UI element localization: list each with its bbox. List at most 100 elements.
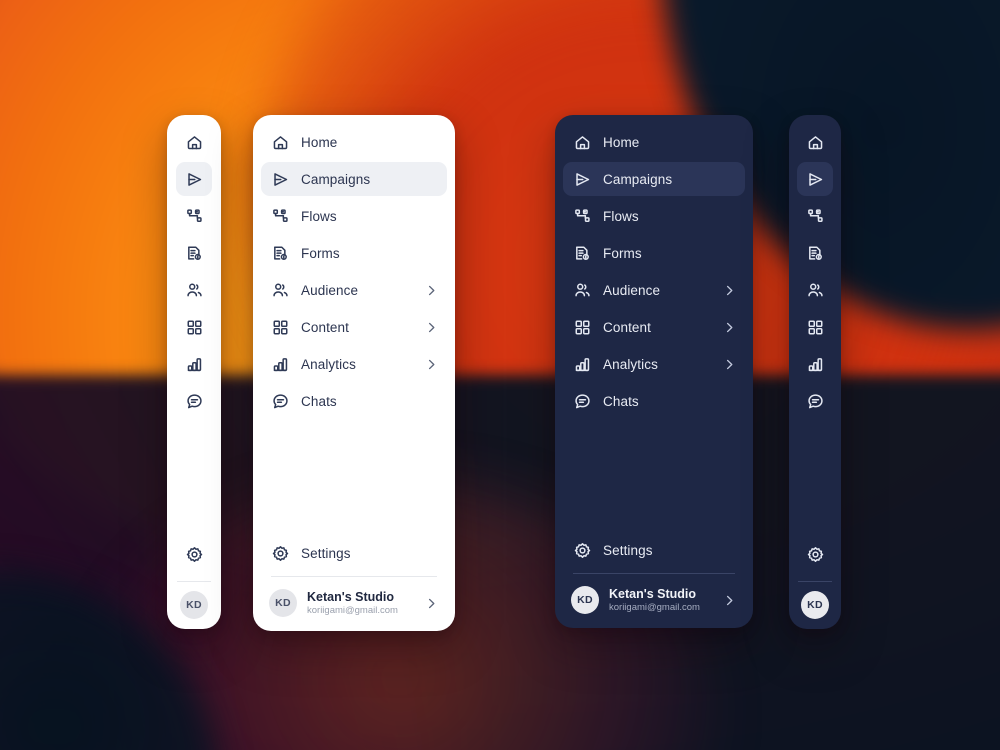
expanded-dark-sidebar: Home Campaigns Flows Forms Audience Content An… [555, 115, 753, 628]
nav-item-chats[interactable]: Chats [563, 384, 745, 418]
audience-icon [573, 281, 591, 299]
nav-item-label: Campaigns [603, 171, 673, 187]
avatar: KD [571, 586, 599, 614]
footer-divider [573, 573, 735, 574]
rail-item-home[interactable] [797, 125, 833, 159]
chevron-right-icon [425, 597, 437, 609]
rail-item-content[interactable] [797, 310, 833, 344]
rail-item-settings[interactable] [797, 537, 833, 571]
nav-item-forms[interactable]: Forms [563, 236, 745, 270]
nav-item-content[interactable]: Content [261, 310, 447, 344]
nav-item-forms[interactable]: Forms [261, 236, 447, 270]
rail-item-settings[interactable] [176, 537, 212, 571]
nav-item-settings[interactable]: Settings [261, 536, 447, 570]
chat-icon [573, 392, 591, 410]
rail-item-audience[interactable] [176, 273, 212, 307]
chevron-right-icon [723, 358, 735, 370]
nav-item-flows[interactable]: Flows [261, 199, 447, 233]
nav-item-label: Analytics [301, 356, 356, 372]
send-icon [271, 170, 289, 188]
nav-item-settings[interactable]: Settings [563, 533, 745, 567]
nav-item-label: Audience [603, 282, 661, 298]
nav-item-label: Flows [301, 208, 337, 224]
chevron-right-icon [425, 284, 437, 296]
flows-icon [573, 207, 591, 225]
account-row[interactable]: KD Ketan's Studio koriigami@gmail.com [261, 585, 447, 621]
sidebar-footer: Settings KD Ketan's Studio koriigami@gma… [253, 536, 455, 631]
account-email: koriigami@gmail.com [609, 601, 700, 613]
avatar: KD [269, 589, 297, 617]
nav-list: Home Campaigns Flows Forms Audience Content An… [555, 115, 753, 421]
rail-nav-list [789, 115, 841, 421]
rail-item-forms[interactable] [797, 236, 833, 270]
collapsed-dark-sidebar: KD [789, 115, 841, 629]
send-icon [573, 170, 591, 188]
rail-item-chats[interactable] [797, 384, 833, 418]
home-icon [271, 133, 289, 151]
nav-item-audience[interactable]: Audience [261, 273, 447, 307]
nav-item-label: Chats [301, 393, 337, 409]
nav-item-analytics[interactable]: Analytics [563, 347, 745, 381]
rail-item-campaigns[interactable] [797, 162, 833, 196]
chevron-right-icon [723, 594, 735, 606]
chevron-right-icon [425, 358, 437, 370]
nav-item-label: Settings [301, 545, 351, 561]
nav-item-label: Settings [603, 542, 653, 558]
home-icon [573, 133, 591, 151]
account-email: koriigami@gmail.com [307, 604, 398, 616]
nav-item-label: Home [301, 134, 338, 150]
account-text: Ketan's Studio koriigami@gmail.com [307, 590, 398, 616]
account-name: Ketan's Studio [307, 590, 395, 605]
gear-icon [271, 544, 289, 562]
nav-item-label: Forms [301, 245, 340, 261]
analytics-icon [271, 355, 289, 373]
nav-item-audience[interactable]: Audience [563, 273, 745, 307]
nav-item-content[interactable]: Content [563, 310, 745, 344]
expanded-light-sidebar: Home Campaigns Flows Forms Audience Content An… [253, 115, 455, 631]
rail-item-flows[interactable] [797, 199, 833, 233]
nav-item-campaigns[interactable]: Campaigns [261, 162, 447, 196]
nav-item-label: Home [603, 134, 640, 150]
flows-icon [271, 207, 289, 225]
chevron-right-icon [425, 321, 437, 333]
nav-item-chats[interactable]: Chats [261, 384, 447, 418]
audience-icon [271, 281, 289, 299]
account-row[interactable]: KD Ketan's Studio koriigami@gmail.com [563, 582, 745, 618]
rail-item-analytics[interactable] [797, 347, 833, 381]
rail-item-flows[interactable] [176, 199, 212, 233]
rail-item-analytics[interactable] [176, 347, 212, 381]
rail-item-chats[interactable] [176, 384, 212, 418]
rail-item-campaigns[interactable] [176, 162, 212, 196]
nav-list: Home Campaigns Flows Forms Audience Content An… [253, 115, 455, 421]
account-name: Ketan's Studio [609, 587, 697, 602]
chevron-right-icon [723, 321, 735, 333]
nav-item-analytics[interactable]: Analytics [261, 347, 447, 381]
nav-item-label: Analytics [603, 356, 658, 372]
rail-item-forms[interactable] [176, 236, 212, 270]
rail-item-home[interactable] [176, 125, 212, 159]
rail-divider [177, 581, 211, 582]
nav-item-home[interactable]: Home [563, 125, 745, 159]
rail-item-audience[interactable] [797, 273, 833, 307]
nav-item-home[interactable]: Home [261, 125, 447, 159]
forms-icon [573, 244, 591, 262]
analytics-icon [573, 355, 591, 373]
grid-icon [271, 318, 289, 336]
grid-icon [573, 318, 591, 336]
footer-divider [271, 576, 437, 577]
rail-item-content[interactable] [176, 310, 212, 344]
nav-item-label: Content [301, 319, 349, 335]
rail-nav-list [167, 115, 221, 421]
nav-item-flows[interactable]: Flows [563, 199, 745, 233]
avatar[interactable]: KD [801, 591, 829, 619]
nav-item-label: Campaigns [301, 171, 371, 187]
chat-icon [271, 392, 289, 410]
gear-icon [573, 541, 591, 559]
nav-item-label: Content [603, 319, 651, 335]
chevron-right-icon [723, 284, 735, 296]
nav-item-campaigns[interactable]: Campaigns [563, 162, 745, 196]
avatar[interactable]: KD [180, 591, 208, 619]
nav-item-label: Audience [301, 282, 359, 298]
sidebar-footer: Settings KD Ketan's Studio koriigami@gma… [555, 533, 753, 628]
nav-item-label: Flows [603, 208, 639, 224]
